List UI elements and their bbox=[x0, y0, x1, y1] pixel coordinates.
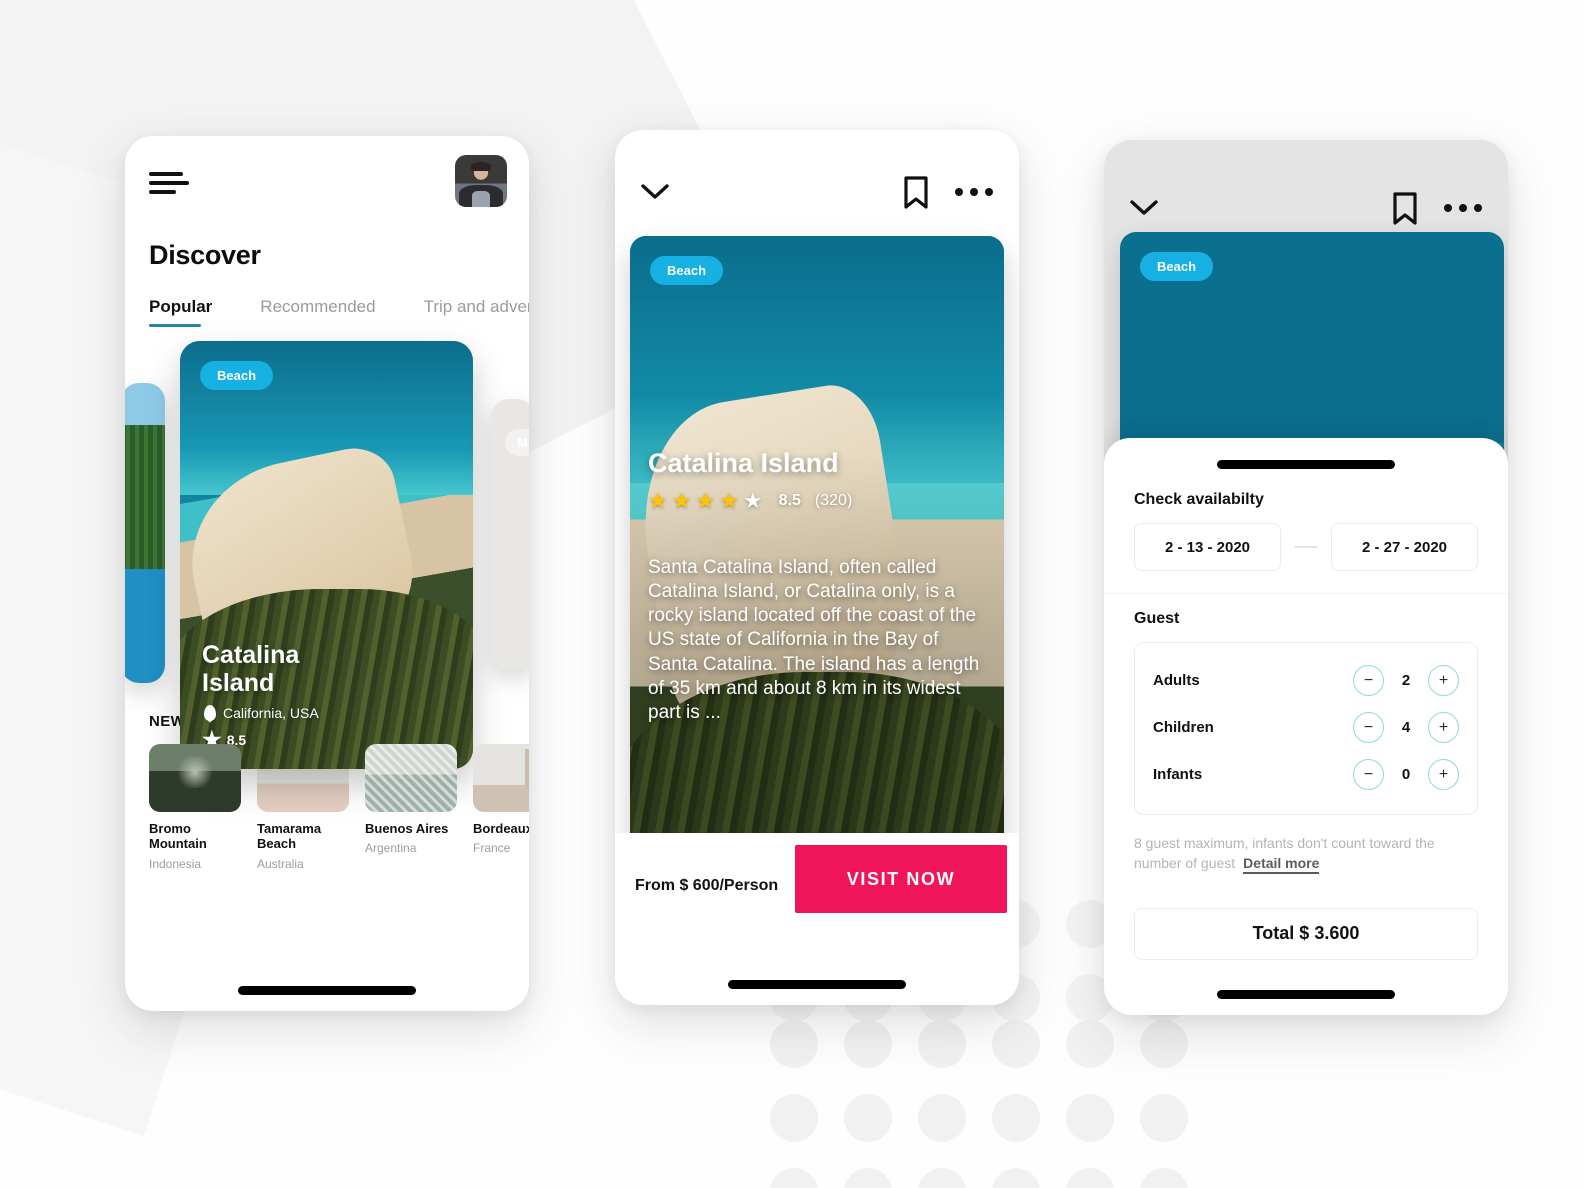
list-item[interactable]: Buenos Aires Argentina bbox=[365, 744, 457, 871]
star-icon: ★ bbox=[648, 488, 668, 513]
detail-review-count: (320) bbox=[814, 492, 853, 509]
star-icon: ★ bbox=[695, 488, 716, 513]
home-indicator bbox=[238, 986, 416, 995]
guest-count: 0 bbox=[1401, 766, 1411, 783]
phone-screen-discover: Discover Popular Recommended Trip and ad… bbox=[125, 136, 529, 1011]
list-item[interactable]: Bromo Mountain Indonesia bbox=[149, 744, 241, 871]
guest-row-children: Children − 4 + bbox=[1153, 704, 1459, 751]
quantity-stepper: − 2 + bbox=[1353, 665, 1459, 696]
detail-header bbox=[615, 130, 1019, 224]
more-horizontal-icon[interactable] bbox=[955, 188, 993, 196]
place-country: Australia bbox=[257, 856, 304, 871]
page-title: Discover bbox=[149, 240, 261, 270]
detail-more-link[interactable]: Detail more bbox=[1243, 855, 1320, 875]
list-item[interactable]: Bordeaux France bbox=[473, 744, 529, 871]
category-badge: Beach bbox=[1140, 252, 1214, 281]
guest-label: Guest bbox=[1134, 610, 1180, 627]
place-country: Argentina bbox=[365, 841, 417, 856]
detail-description: Santa Catalina Island, often called Cata… bbox=[648, 557, 980, 723]
place-country: Indonesia bbox=[149, 856, 202, 871]
mockup-stage: Discover Popular Recommended Trip and ad… bbox=[0, 0, 1584, 1188]
phone-screen-booking: Beach Check availabilty 2 - 13 - 2020 2 … bbox=[1104, 140, 1508, 1015]
detail-title: Catalina Island bbox=[648, 448, 839, 478]
phone-screen-detail: Beach Catalina Island ★ ★ ★ ★ ★ 8.5 (320… bbox=[615, 130, 1019, 1005]
date-end-field[interactable]: 2 - 27 - 2020 bbox=[1331, 523, 1478, 571]
minus-circle-icon[interactable]: − bbox=[1353, 759, 1384, 790]
guest-type-label: Adults bbox=[1153, 672, 1200, 689]
bookmark-icon[interactable] bbox=[1392, 192, 1418, 226]
category-badge: Beach bbox=[200, 361, 274, 390]
place-name: Buenos Aires bbox=[365, 821, 449, 836]
chevron-down-icon[interactable] bbox=[1130, 200, 1158, 216]
place-name: Bromo Mountain bbox=[149, 821, 207, 852]
check-availability-label: Check availabilty bbox=[1134, 491, 1264, 508]
card-location-text: California, USA bbox=[223, 705, 319, 721]
card-title-line2: Island bbox=[202, 668, 275, 697]
background-dot-grid bbox=[770, 1020, 1390, 1188]
booking-header bbox=[1104, 140, 1508, 240]
place-country: France bbox=[473, 841, 511, 856]
carousel-card-featured[interactable]: Beach Catalina Island California, USA ★ … bbox=[180, 341, 473, 769]
discover-tabs: Popular Recommended Trip and adventure bbox=[149, 297, 529, 327]
card-title: Catalina Island bbox=[202, 641, 300, 697]
booking-bottom-sheet: Check availabilty 2 - 13 - 2020 2 - 27 -… bbox=[1104, 438, 1508, 1015]
featured-carousel[interactable]: Beach Catalina Island California, USA ★ … bbox=[125, 341, 529, 769]
category-badge: Beach bbox=[650, 256, 724, 285]
tab-popular[interactable]: Popular bbox=[149, 297, 212, 327]
location-pin-icon bbox=[204, 705, 216, 721]
minus-circle-icon[interactable]: − bbox=[1353, 712, 1384, 743]
guest-count: 4 bbox=[1401, 719, 1411, 736]
sheet-drag-handle[interactable] bbox=[1217, 460, 1395, 469]
quantity-stepper: − 0 + bbox=[1353, 759, 1459, 790]
date-range-picker: 2 - 13 - 2020 2 - 27 - 2020 bbox=[1134, 523, 1478, 571]
hamburger-icon[interactable] bbox=[149, 172, 193, 196]
discover-header bbox=[125, 136, 529, 234]
guest-count: 2 bbox=[1401, 672, 1411, 689]
quantity-stepper: − 4 + bbox=[1353, 712, 1459, 743]
place-name: Bordeaux bbox=[473, 821, 529, 836]
avatar[interactable] bbox=[455, 155, 507, 207]
plus-circle-icon[interactable]: + bbox=[1428, 665, 1459, 696]
visit-now-button[interactable]: VISIT NOW bbox=[795, 845, 1007, 913]
price-label: From $ 600/Person bbox=[635, 877, 779, 894]
date-start-field[interactable]: 2 - 13 - 2020 bbox=[1134, 523, 1281, 571]
star-icon: ★ bbox=[671, 488, 692, 513]
plus-circle-icon[interactable]: + bbox=[1428, 759, 1459, 790]
place-thumbnail bbox=[473, 744, 529, 812]
home-indicator bbox=[728, 980, 906, 989]
guest-type-label: Children bbox=[1153, 719, 1214, 736]
carousel-card-previous[interactable] bbox=[125, 383, 165, 683]
place-thumbnail bbox=[149, 744, 241, 812]
card-location: California, USA bbox=[204, 705, 319, 721]
date-range-separator bbox=[1295, 546, 1317, 548]
carousel-card-next[interactable]: Mo bbox=[491, 399, 529, 669]
chevron-down-icon[interactable] bbox=[641, 184, 669, 200]
detail-rating: ★ ★ ★ ★ ★ 8.5 (320) bbox=[648, 490, 852, 512]
guest-row-infants: Infants − 0 + bbox=[1153, 751, 1459, 798]
divider bbox=[1104, 593, 1508, 594]
star-icon: ★ bbox=[719, 488, 739, 513]
guest-row-adults: Adults − 2 + bbox=[1153, 657, 1459, 704]
star-icon: ★ bbox=[742, 488, 763, 513]
guest-note: 8 guest maximum, infants don't count tow… bbox=[1134, 833, 1478, 875]
guest-stepper-group: Adults − 2 + Children − 4 + Infants − 0 … bbox=[1134, 642, 1478, 815]
place-thumbnail bbox=[365, 744, 457, 812]
more-horizontal-icon[interactable] bbox=[1444, 204, 1482, 212]
total-button[interactable]: Total $ 3.600 bbox=[1134, 907, 1478, 960]
bookmark-icon[interactable] bbox=[903, 176, 929, 210]
home-indicator bbox=[1217, 990, 1395, 999]
tab-trip-and-adventure[interactable]: Trip and adventure bbox=[424, 297, 529, 327]
minus-circle-icon[interactable]: − bbox=[1353, 665, 1384, 696]
category-badge-next: Mo bbox=[505, 429, 529, 456]
guest-type-label: Infants bbox=[1153, 766, 1203, 783]
place-name: Tamarama Beach bbox=[257, 821, 322, 852]
detail-score: 8.5 bbox=[778, 492, 801, 509]
card-title-line1: Catalina bbox=[202, 641, 300, 669]
tab-recommended[interactable]: Recommended bbox=[260, 297, 375, 327]
plus-circle-icon[interactable]: + bbox=[1428, 712, 1459, 743]
